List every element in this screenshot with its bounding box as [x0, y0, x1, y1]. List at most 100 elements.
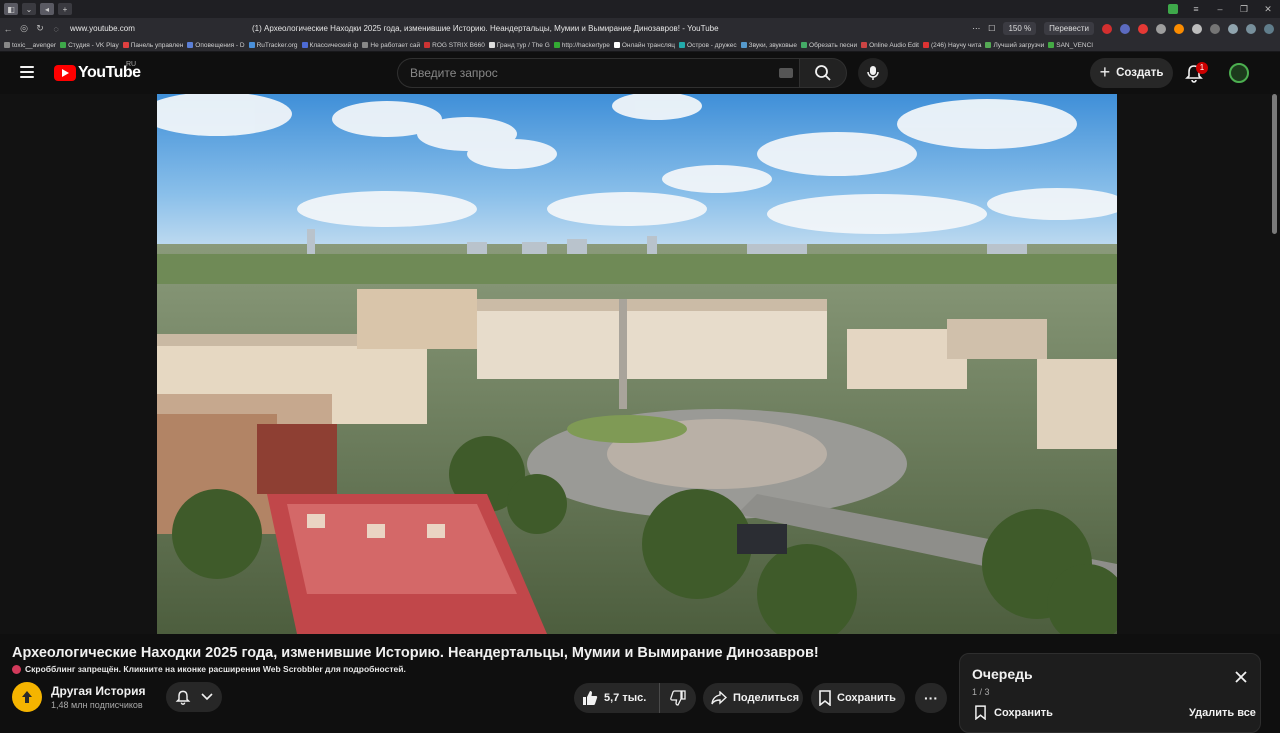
keyboard-icon[interactable]: [779, 68, 793, 78]
youtube-header: YouTube RU Введите запрос + Создать: [0, 52, 1280, 94]
bookmark-label: toxic__avenger: [12, 41, 57, 49]
back-icon[interactable]: ←: [0, 24, 16, 34]
translate-button[interactable]: Перевести: [1044, 22, 1094, 35]
menu-icon[interactable]: ≡: [1190, 4, 1202, 14]
bell-icon: [175, 690, 191, 705]
bookmark-label: RuTracker.org: [256, 41, 298, 49]
page-scrollbar[interactable]: [1272, 94, 1277, 234]
subscription-bell-button[interactable]: [166, 682, 222, 712]
region-label: RU: [126, 61, 137, 68]
account-avatar[interactable]: [1229, 63, 1249, 83]
search-box[interactable]: Введите запрос: [397, 58, 799, 88]
more-horizontal-icon: ···: [924, 690, 938, 706]
bookmark-item[interactable]: Обрезать песни: [801, 42, 857, 49]
bookmark-item[interactable]: Оповещения - D: [187, 42, 245, 49]
dislike-button[interactable]: [660, 683, 696, 713]
bookmark-favicon-icon: [801, 42, 808, 48]
channel-avatar[interactable]: [12, 682, 42, 712]
queue-save-button[interactable]: Сохранить: [975, 705, 1053, 720]
bookmark-item[interactable]: Не работает сай: [362, 42, 420, 49]
tab-active[interactable]: ◂: [40, 3, 54, 15]
channel-logo-icon: [22, 691, 32, 703]
extension-scrobbler-icon[interactable]: [1138, 23, 1148, 34]
web-scrobbler-icon: [12, 664, 21, 674]
url-text[interactable]: www.youtube.com: [70, 24, 135, 33]
bookmark-favicon-icon: [4, 42, 10, 48]
thumbs-down-icon: [670, 690, 686, 706]
bookmark-item[interactable]: http://hackertype: [553, 41, 610, 49]
bookmark-item[interactable]: Гранд тур / The G: [488, 41, 550, 49]
more-actions-button[interactable]: ···: [915, 683, 947, 713]
bookmark-label: Онлайн трансляц: [621, 41, 676, 49]
bookmark-item[interactable]: Студия - VK Play: [60, 42, 119, 49]
more-icon[interactable]: ⋯: [972, 24, 980, 33]
bookmark-label: SAN_VENCI: [1056, 41, 1094, 49]
bookmarks-bar: toxic__avenger Студия - VK Play Панель упр…: [0, 39, 1280, 52]
extension-shield-icon[interactable]: [1156, 23, 1166, 34]
extension-dark-icon[interactable]: [1210, 23, 1220, 34]
ambient-left: [0, 94, 157, 634]
browser-titlebar: ◧ ⌄ ◂ + ≡ – ❐ ✕: [0, 0, 1280, 18]
bookmark-label: http://hackertype: [561, 41, 610, 49]
bookmark-favicon-icon: [861, 42, 868, 48]
bookmark-label: Гранд тур / The G: [496, 41, 550, 49]
extension-misc-icon[interactable]: [1246, 23, 1256, 34]
save-button[interactable]: Сохранить: [811, 683, 905, 713]
bookmark-label: Панель управлен: [130, 41, 184, 49]
bookmark-item[interactable]: SAN_VENCI: [1048, 42, 1093, 49]
site-info-icon[interactable]: ◌: [48, 24, 64, 34]
sidebar-toggle-icon[interactable]: ◧: [4, 3, 18, 15]
share-icon: [711, 691, 727, 705]
bookmark-favicon-icon: [613, 42, 620, 48]
bookmark-favicon-icon: [301, 42, 308, 48]
bookmark-item[interactable]: Остров - дружес: [679, 42, 737, 49]
share-button[interactable]: Поделиться: [703, 683, 803, 713]
extension-orange-icon[interactable]: [1174, 23, 1184, 34]
channel-name[interactable]: Другая История: [51, 684, 145, 698]
tab-list-icon[interactable]: ⌄: [22, 3, 36, 15]
bookmark-item[interactable]: Классический ф: [301, 42, 358, 49]
restore-button[interactable]: ❐: [1238, 4, 1250, 15]
queue-panel: Очередь 1 / 3 Сохранить Удалить все: [959, 653, 1261, 733]
extension-blue-icon[interactable]: [1120, 23, 1130, 34]
voice-search-button[interactable]: [858, 58, 888, 88]
create-button[interactable]: + Создать: [1090, 58, 1173, 88]
bookmark-icon: [975, 705, 986, 720]
bookmark-favicon-icon: [488, 42, 495, 48]
bookmark-item[interactable]: toxic__avenger: [4, 42, 56, 49]
sidebar-panel-icon[interactable]: ◎: [16, 23, 32, 34]
like-count: 5,7 тыс.: [604, 692, 647, 704]
save-label: Сохранить: [837, 692, 896, 704]
bookmark-favicon-icon: [679, 42, 686, 48]
bookmark-item[interactable]: Онлайн трансляц: [613, 41, 676, 49]
minimize-button[interactable]: –: [1214, 4, 1226, 14]
bookmark-item[interactable]: RuTracker.org: [248, 41, 298, 49]
extension-icon[interactable]: [1168, 4, 1178, 14]
zoom-indicator[interactable]: 150 %: [1003, 22, 1037, 35]
new-tab-button[interactable]: +: [58, 3, 72, 15]
reload-icon[interactable]: ↻: [32, 23, 48, 34]
queue-clear-button[interactable]: Удалить все: [1189, 707, 1256, 719]
video-title: Археологические Находки 2025 года, измен…: [12, 645, 819, 661]
video-player[interactable]: [157, 94, 1117, 634]
bookmark-item[interactable]: (246) Научу чита: [923, 42, 981, 49]
menu-hamburger-icon[interactable]: [20, 66, 34, 78]
search-input[interactable]: Введите запрос: [410, 59, 498, 87]
bookmark-item[interactable]: Online Audio Edit: [861, 42, 919, 49]
bookmark-item[interactable]: Звуки, звуковые: [740, 42, 797, 49]
ambient-right: [1117, 94, 1280, 634]
close-icon[interactable]: [1234, 670, 1248, 684]
extension-gray-icon[interactable]: [1192, 23, 1202, 34]
bookmark-label: Лучший загрузчи: [993, 41, 1045, 49]
extension-red-icon[interactable]: [1102, 23, 1112, 34]
bookmark-label: (246) Научу чита: [931, 41, 982, 49]
bookmark-item[interactable]: Панель управлен: [122, 41, 184, 49]
bookmark-item[interactable]: Лучший загрузчи: [985, 42, 1044, 49]
downloads-icon[interactable]: [1264, 23, 1274, 34]
close-window-button[interactable]: ✕: [1262, 4, 1274, 15]
bookmark-icon[interactable]: ☐: [988, 24, 995, 33]
like-button[interactable]: 5,7 тыс.: [574, 683, 660, 713]
search-button[interactable]: [799, 58, 847, 88]
extension-puzzle-icon[interactable]: [1228, 23, 1238, 34]
bookmark-item[interactable]: ROG STRIX B660: [424, 42, 485, 49]
